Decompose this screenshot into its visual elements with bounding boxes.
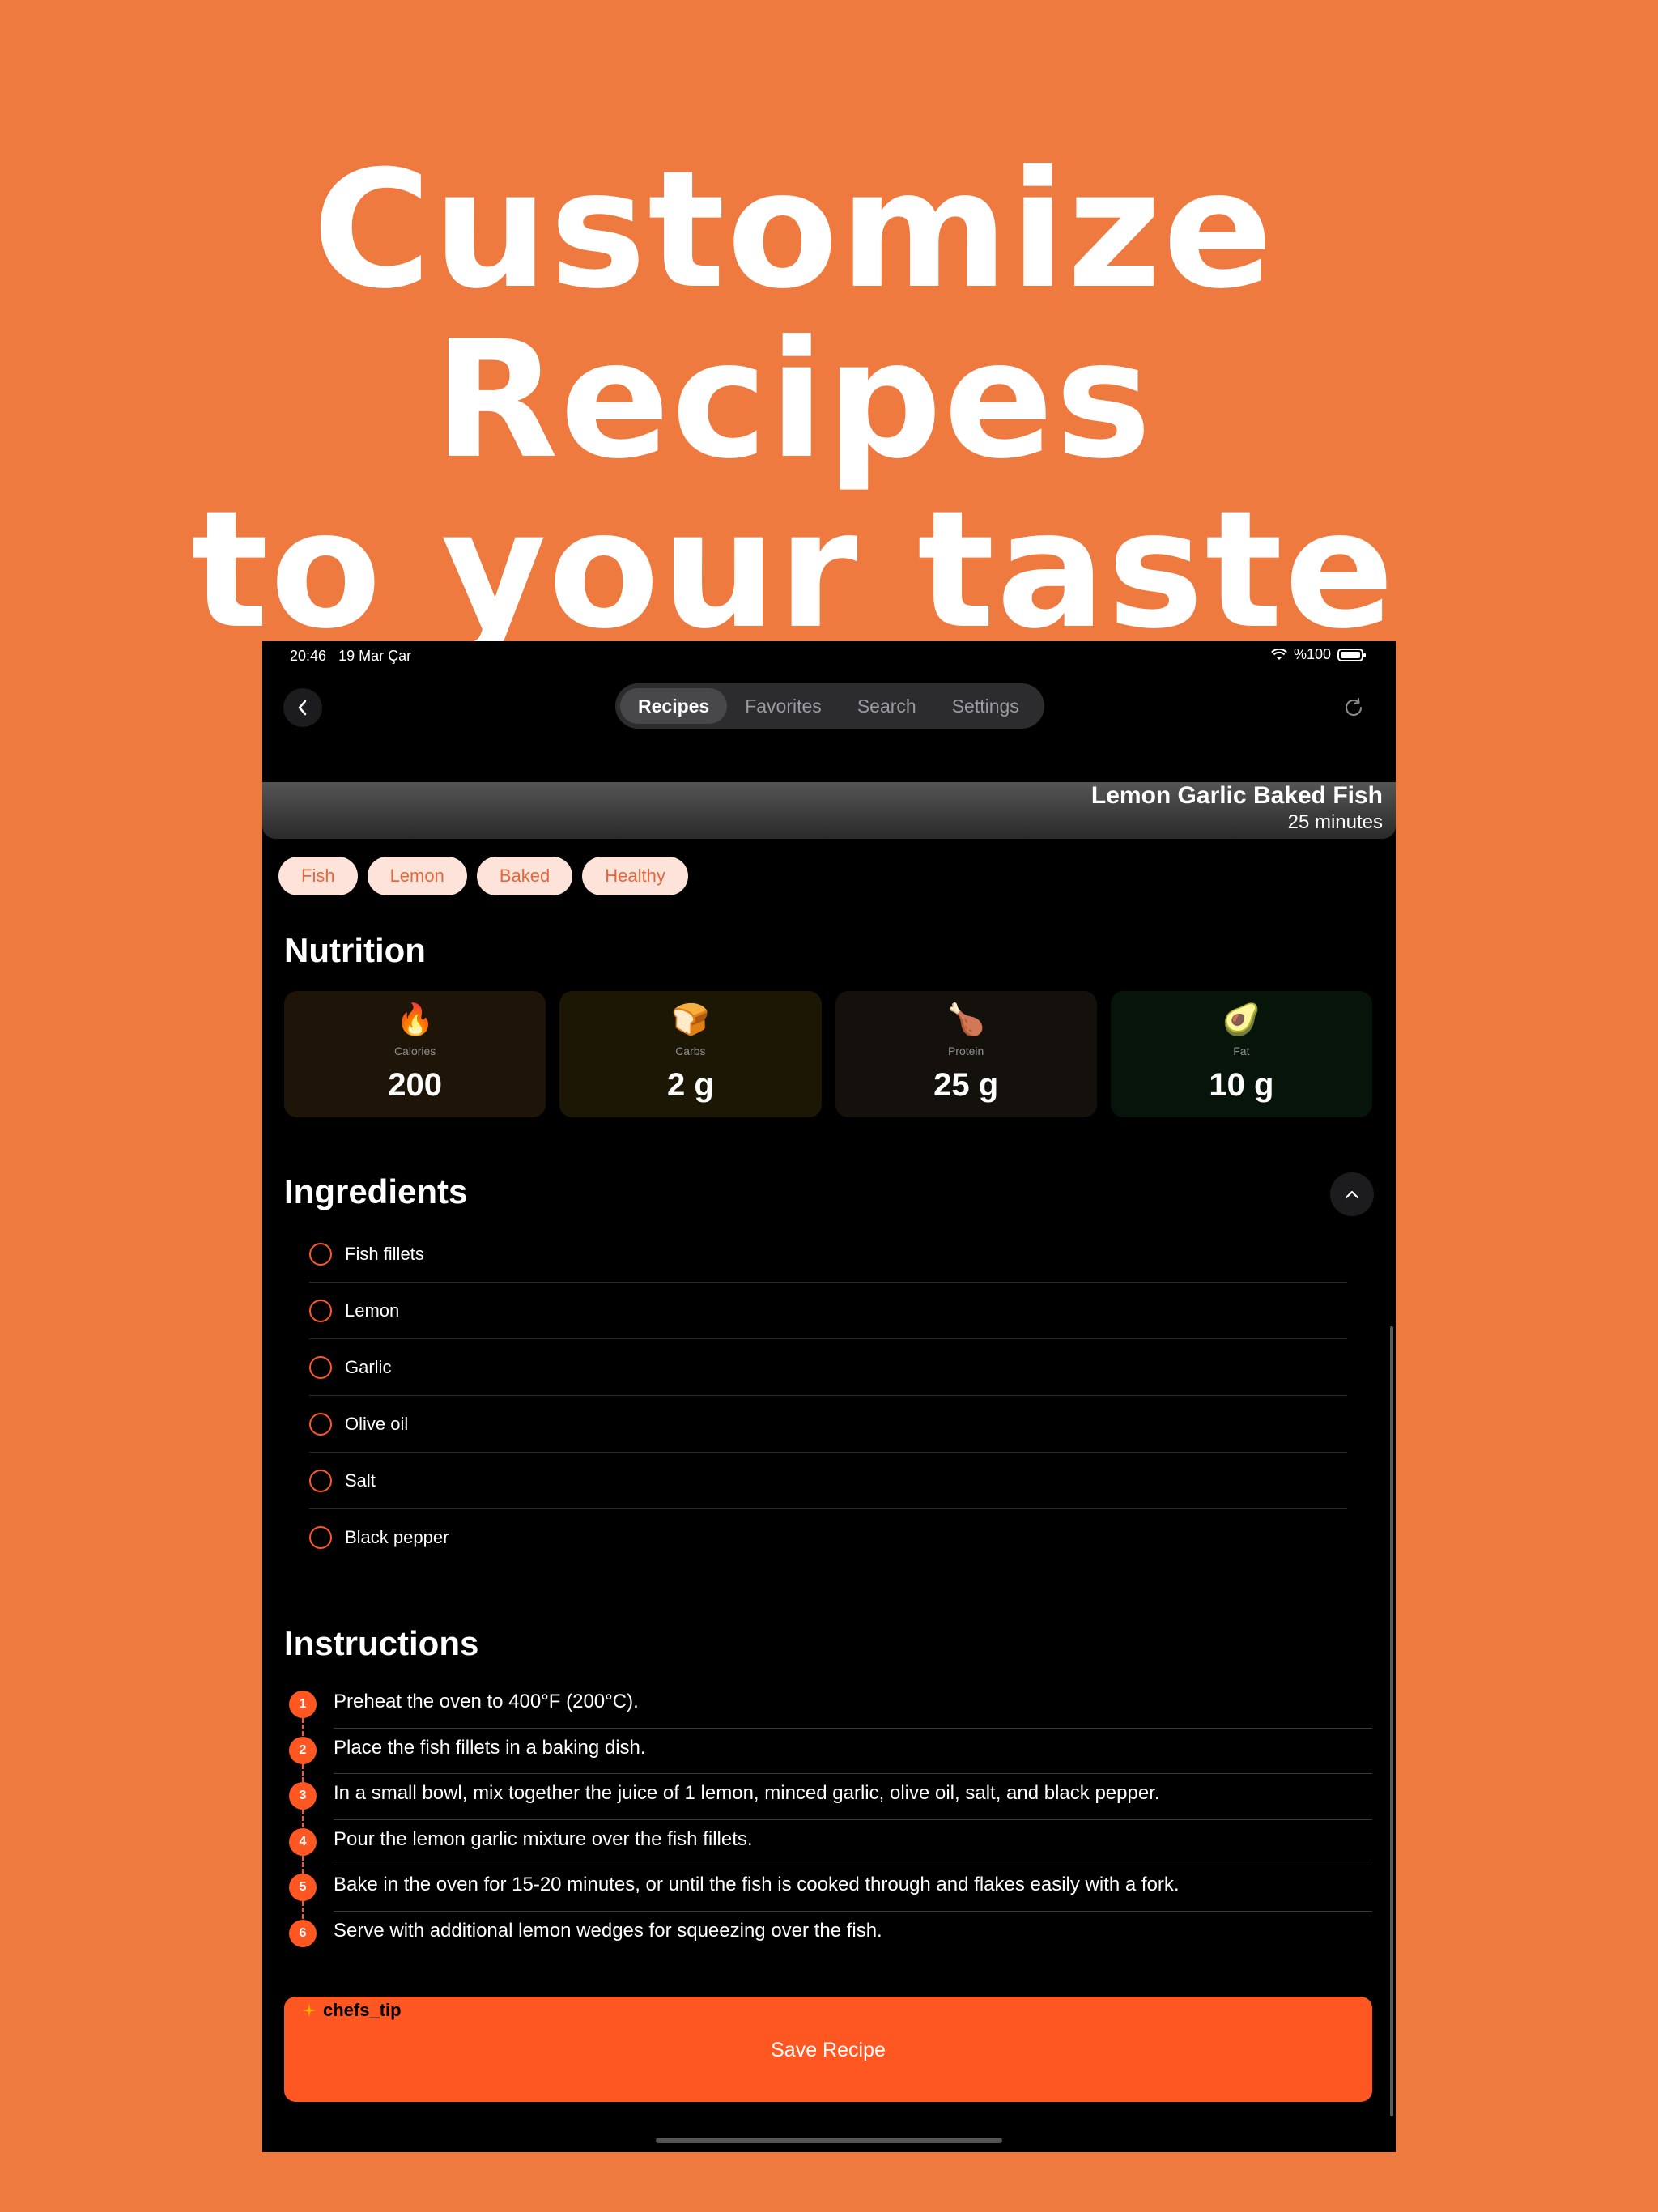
save-recipe-button[interactable]: chefs_tip Save Recipe xyxy=(284,1997,1372,2102)
tag-chip[interactable]: Baked xyxy=(476,857,573,895)
ingredient-label: Black pepper xyxy=(345,1527,449,1547)
nutrition-value: 200 xyxy=(388,1067,442,1103)
ingredient-label: Lemon xyxy=(345,1300,400,1321)
step-text: Preheat the oven to 400°F (200°C). xyxy=(334,1691,639,1712)
ingredient-label: Fish fillets xyxy=(345,1243,424,1264)
step-number: 3 xyxy=(289,1782,317,1810)
marketing-headline: Customize Recipes to your taste xyxy=(0,146,1587,656)
step-text: In a small bowl, mix together the juice … xyxy=(334,1782,1160,1804)
ingredient-item[interactable]: Lemon xyxy=(309,1283,1347,1339)
chefs-tip-label: chefs_tip xyxy=(323,2000,402,2020)
tag-chip[interactable]: Fish xyxy=(278,857,358,895)
refresh-button[interactable] xyxy=(1334,688,1373,727)
fire-icon: 🔥 xyxy=(395,1003,435,1037)
refresh-icon xyxy=(1346,698,1362,716)
home-indicator xyxy=(656,2138,1002,2143)
step-text: Pour the lemon garlic mixture over the f… xyxy=(334,1827,753,1850)
instruction-step: 1 Preheat the oven to 400°F (200°C). xyxy=(284,1682,1372,1736)
save-recipe-label: Save Recipe xyxy=(771,2039,886,2061)
nutrition-card-fat: 🥑 Fat 10 g xyxy=(1110,991,1372,1117)
ingredient-list: Fish fillets Lemon Garlic Olive oil Salt… xyxy=(309,1226,1347,1566)
tag-list: Fish Lemon Baked Healthy xyxy=(278,857,688,895)
status-time-date: 20:46 19 Mar Çar xyxy=(290,648,411,665)
tab-recipes[interactable]: Recipes xyxy=(620,688,728,724)
nutrition-cards: 🔥 Calories 200 🍞 Carbs 2 g 🍗 Protein 25 … xyxy=(284,991,1372,1117)
ingredient-label: Olive oil xyxy=(345,1413,409,1434)
checkbox-circle-icon[interactable] xyxy=(309,1242,332,1266)
chefs-tip: chefs_tip xyxy=(302,2000,402,2021)
avocado-icon: 🥑 xyxy=(1222,1003,1261,1037)
tag-chip[interactable]: Healthy xyxy=(582,857,688,895)
checkbox-circle-icon[interactable] xyxy=(309,1469,332,1492)
chevron-up-icon xyxy=(1345,1190,1359,1199)
ingredient-label: Garlic xyxy=(345,1356,392,1377)
ingredient-item[interactable]: Salt xyxy=(309,1453,1347,1509)
battery-percent: %100 xyxy=(1293,646,1331,662)
headline-line-1: Customize Recipes xyxy=(312,136,1275,495)
ingredients-heading: Ingredients xyxy=(284,1172,468,1210)
checkbox-circle-icon[interactable] xyxy=(309,1299,332,1322)
tab-settings[interactable]: Settings xyxy=(934,688,1037,724)
bread-icon: 🍞 xyxy=(671,1003,710,1037)
nutrition-card-carbs: 🍞 Carbs 2 g xyxy=(559,991,822,1117)
nutrition-heading: Nutrition xyxy=(284,931,426,969)
instructions-heading: Instructions xyxy=(284,1624,479,1662)
step-text: Serve with additional lemon wedges for s… xyxy=(334,1919,882,1942)
collapse-ingredients-button[interactable] xyxy=(1330,1172,1374,1216)
nav-bar: Recipes Favorites Search Settings xyxy=(262,669,1396,734)
nutrition-value: 10 g xyxy=(1209,1067,1274,1103)
nutrition-label: Fat xyxy=(1233,1044,1250,1057)
ingredient-item[interactable]: Black pepper xyxy=(309,1509,1347,1566)
tab-search[interactable]: Search xyxy=(840,688,934,724)
drumstick-icon: 🍗 xyxy=(946,1003,985,1037)
nutrition-label: Calories xyxy=(393,1044,436,1057)
step-text: Place the fish fillets in a baking dish. xyxy=(334,1736,646,1759)
chevron-left-icon xyxy=(298,700,307,716)
device-screen: 20:46 19 Mar Çar %100 Recipes Favorites … xyxy=(262,641,1396,2152)
nutrition-value: 25 g xyxy=(933,1067,999,1103)
status-time: 20:46 xyxy=(290,648,327,664)
status-right: %100 xyxy=(1271,646,1366,663)
instruction-step: 4 Pour the lemon garlic mixture over the… xyxy=(284,1820,1372,1874)
battery-icon xyxy=(1337,648,1366,661)
instruction-step: 2 Place the fish fillets in a baking dis… xyxy=(284,1729,1372,1782)
scrollbar[interactable] xyxy=(1390,1326,1393,2116)
recipe-hero: Lemon Garlic Baked Fish 25 minutes xyxy=(262,782,1396,839)
wifi-icon xyxy=(1271,648,1287,660)
instruction-step: 5 Bake in the oven for 15-20 minutes, or… xyxy=(284,1865,1372,1919)
tab-favorites[interactable]: Favorites xyxy=(727,688,840,724)
recipe-duration: 25 minutes xyxy=(1287,811,1383,833)
step-number: 1 xyxy=(289,1691,317,1718)
ingredient-item[interactable]: Olive oil xyxy=(309,1396,1347,1453)
checkbox-circle-icon[interactable] xyxy=(309,1355,332,1379)
ingredient-item[interactable]: Fish fillets xyxy=(309,1226,1347,1283)
status-bar: 20:46 19 Mar Çar %100 xyxy=(262,641,1396,669)
nutrition-label: Carbs xyxy=(675,1044,706,1057)
sparkle-icon xyxy=(303,2004,316,2017)
tag-chip[interactable]: Lemon xyxy=(367,857,467,895)
back-button[interactable] xyxy=(283,688,322,727)
nutrition-card-calories: 🔥 Calories 200 xyxy=(284,991,546,1117)
nutrition-value: 2 g xyxy=(666,1067,714,1103)
nutrition-label: Protein xyxy=(947,1044,984,1057)
recipe-title: Lemon Garlic Baked Fish xyxy=(1090,782,1383,809)
step-number: 4 xyxy=(289,1827,317,1856)
ingredient-item[interactable]: Garlic xyxy=(309,1339,1347,1396)
checkbox-circle-icon[interactable] xyxy=(309,1412,332,1436)
headline-line-2: to your taste xyxy=(191,476,1396,665)
instruction-step: 6 Serve with additional lemon wedges for… xyxy=(284,1912,1372,1958)
instruction-list: 1 Preheat the oven to 400°F (200°C). 2 P… xyxy=(284,1682,1372,1957)
tab-segmented-control: Recipes Favorites Search Settings xyxy=(615,683,1044,729)
ingredient-label: Salt xyxy=(345,1470,376,1491)
step-number: 2 xyxy=(289,1736,317,1764)
status-date: 19 Mar Çar xyxy=(338,648,412,664)
step-number: 5 xyxy=(289,1874,317,1901)
step-text: Bake in the oven for 15-20 minutes, or u… xyxy=(334,1874,1180,1895)
instruction-step: 3 In a small bowl, mix together the juic… xyxy=(284,1774,1372,1827)
checkbox-circle-icon[interactable] xyxy=(309,1526,332,1549)
step-number: 6 xyxy=(289,1919,317,1947)
nutrition-card-protein: 🍗 Protein 25 g xyxy=(835,991,1097,1117)
